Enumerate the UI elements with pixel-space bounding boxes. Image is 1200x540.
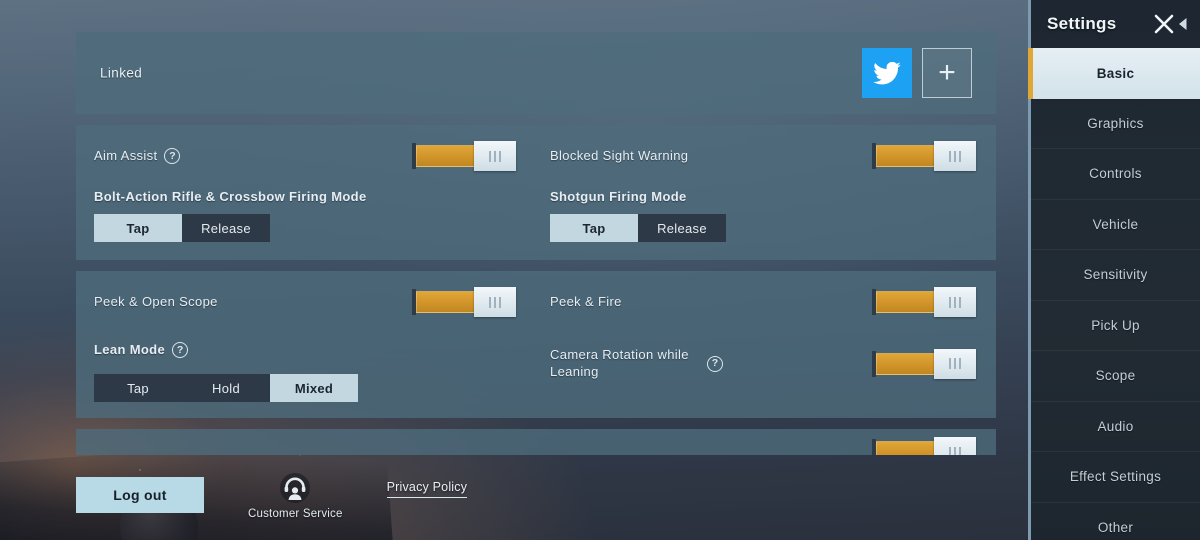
blocked-sight-warning-toggle[interactable]	[872, 141, 976, 171]
bolt-action-section: Bolt-Action Rifle & Crossbow Firing Mode…	[94, 189, 516, 243]
lean-mode-option-tap[interactable]: Tap	[94, 374, 182, 403]
peek-lean-right-column: Peek & Fire Camera Rotation while Leanin…	[536, 287, 996, 402]
linked-label: Linked	[100, 65, 143, 81]
camera-rotation-label: Camera Rotation while Leaning	[550, 347, 689, 379]
game-settings-screen: Linked + Aim Assist ? Bolt-Action Rifle …	[0, 0, 1200, 540]
partial-row-left	[76, 437, 536, 455]
bolt-action-segmented-control: Tap Release	[94, 214, 516, 243]
toggle-knob	[934, 348, 976, 379]
sidebar-item-audio[interactable]: Audio	[1031, 402, 1200, 452]
peek-fire-row: Peek & Fire	[550, 287, 976, 318]
caret-left-icon	[1179, 18, 1187, 30]
sidebar-item-graphics[interactable]: Graphics	[1031, 99, 1200, 149]
sidebar-header: Settings	[1031, 0, 1200, 48]
toggle-knob	[934, 287, 976, 318]
aim-assist-label-group: Aim Assist ?	[94, 141, 181, 171]
help-icon[interactable]: ?	[164, 148, 181, 164]
blocked-sight-warning-label: Blocked Sight Warning	[550, 147, 689, 163]
firing-settings-body: Aim Assist ? Bolt-Action Rifle & Crossbo…	[76, 125, 996, 260]
close-settings-button[interactable]	[1152, 12, 1188, 36]
next-settings-row-partial	[76, 429, 996, 456]
sidebar-item-pick-up[interactable]: Pick Up	[1031, 301, 1200, 351]
camera-rotation-label-group: Camera Rotation while Leaning ?	[550, 347, 723, 380]
bolt-action-label: Bolt-Action Rifle & Crossbow Firing Mode	[94, 189, 367, 204]
peek-fire-label: Peek & Fire	[550, 294, 622, 310]
shotgun-option-tap[interactable]: Tap	[550, 214, 638, 243]
aim-assist-toggle[interactable]	[412, 141, 516, 171]
shotgun-firing-label: Shotgun Firing Mode	[550, 189, 687, 204]
partial-row-right	[536, 437, 996, 456]
toggle-knob	[474, 287, 516, 318]
twitter-link-button[interactable]	[862, 48, 912, 98]
toggle-knob	[934, 437, 976, 456]
blocked-sight-warning-row: Blocked Sight Warning	[550, 141, 976, 171]
close-icon	[1154, 14, 1174, 34]
settings-sidebar: Settings Basic Graphics Controls Vehicle…	[1028, 0, 1200, 540]
shotgun-firing-section: Shotgun Firing Mode Tap Release	[550, 189, 976, 243]
twitter-icon	[873, 61, 901, 84]
firing-settings-columns: Aim Assist ? Bolt-Action Rifle & Crossbo…	[76, 141, 996, 243]
camera-rotation-row: Camera Rotation while Leaning ?	[550, 347, 976, 380]
firing-settings-right-column: Blocked Sight Warning Shotgun Firing Mod…	[536, 141, 996, 243]
lean-mode-option-mixed[interactable]: Mixed	[270, 374, 358, 403]
toggle-knob	[934, 141, 976, 171]
lean-mode-label: Lean Mode	[94, 342, 166, 358]
peek-fire-toggle[interactable]	[872, 287, 976, 318]
sidebar-item-scope[interactable]: Scope	[1031, 351, 1200, 402]
aim-assist-label: Aim Assist	[94, 147, 158, 163]
firing-settings-left-column: Aim Assist ? Bolt-Action Rifle & Crossbo…	[76, 141, 536, 243]
linked-accounts-panel: Linked +	[76, 32, 996, 114]
lean-mode-section: Lean Mode ? Tap Hold Mixed	[94, 335, 516, 403]
peek-open-scope-toggle[interactable]	[412, 287, 516, 318]
lean-mode-option-hold[interactable]: Hold	[182, 374, 270, 403]
sidebar-item-sensitivity[interactable]: Sensitivity	[1031, 250, 1200, 301]
customer-service-label: Customer Service	[248, 507, 343, 520]
peek-open-scope-label: Peek & Open Scope	[94, 294, 218, 310]
bolt-action-option-release[interactable]: Release	[182, 214, 270, 243]
partial-row-right-label	[550, 444, 554, 455]
aim-assist-row: Aim Assist ?	[94, 141, 516, 171]
shotgun-firing-segmented-control: Tap Release	[550, 214, 976, 243]
sidebar-item-other[interactable]: Other	[1031, 503, 1200, 540]
page-title: Settings	[1047, 14, 1117, 33]
partial-row-label	[94, 444, 98, 455]
privacy-policy-link[interactable]: Privacy Policy	[386, 480, 468, 498]
help-icon[interactable]: ?	[172, 342, 189, 359]
camera-rotation-toggle[interactable]	[872, 348, 976, 379]
peek-lean-settings-columns: Peek & Open Scope Lean Mode ? Tap Hold M…	[76, 287, 996, 403]
lean-mode-segmented-control: Tap Hold Mixed	[94, 374, 516, 403]
sidebar-item-list: Basic Graphics Controls Vehicle Sensitiv…	[1028, 48, 1200, 540]
partial-row-toggle[interactable]	[872, 437, 976, 456]
customer-service-button[interactable]: Customer Service	[248, 471, 343, 520]
peek-lean-settings-panel: Peek & Open Scope Lean Mode ? Tap Hold M…	[76, 271, 996, 419]
headset-support-icon	[278, 471, 312, 505]
peek-lean-left-column: Peek & Open Scope Lean Mode ? Tap Hold M…	[76, 287, 536, 403]
settings-footer: Log out Customer Service Privacy Policy	[76, 464, 636, 526]
shotgun-option-release[interactable]: Release	[638, 214, 726, 243]
log-out-button[interactable]: Log out	[76, 477, 204, 513]
toggle-knob	[474, 141, 516, 171]
partial-row-left-content	[94, 437, 516, 455]
sidebar-item-vehicle[interactable]: Vehicle	[1031, 200, 1200, 250]
peek-lean-settings-body: Peek & Open Scope Lean Mode ? Tap Hold M…	[76, 271, 996, 418]
sidebar-item-controls[interactable]: Controls	[1031, 149, 1200, 200]
add-linked-account-button[interactable]: +	[922, 48, 972, 98]
partial-row-columns	[76, 429, 996, 456]
bolt-action-option-tap[interactable]: Tap	[94, 214, 182, 243]
lean-mode-label-group: Lean Mode ?	[94, 335, 516, 365]
sidebar-item-effect-settings[interactable]: Effect Settings	[1031, 452, 1200, 503]
partial-row-right-content	[550, 437, 976, 456]
peek-open-scope-row: Peek & Open Scope	[94, 287, 516, 318]
help-icon[interactable]: ?	[707, 355, 723, 372]
settings-content-scroll-area[interactable]: Linked + Aim Assist ? Bolt-Action Rifle …	[76, 0, 996, 460]
sidebar-item-basic[interactable]: Basic	[1028, 48, 1200, 99]
firing-settings-panel: Aim Assist ? Bolt-Action Rifle & Crossbo…	[76, 125, 996, 261]
linked-accounts-actions: +	[862, 48, 972, 98]
